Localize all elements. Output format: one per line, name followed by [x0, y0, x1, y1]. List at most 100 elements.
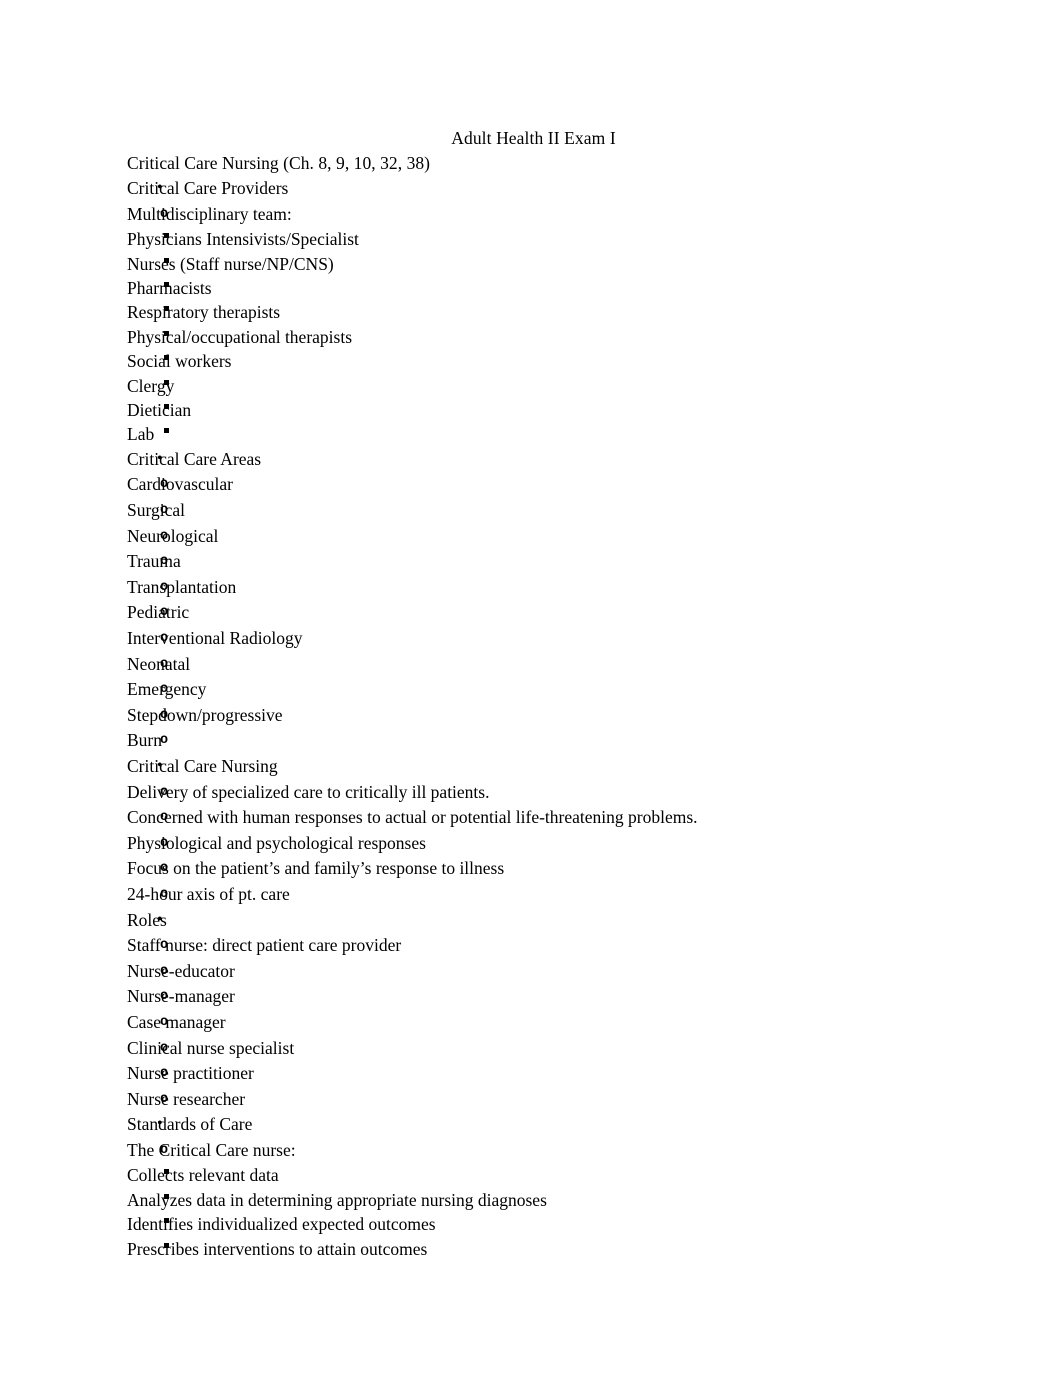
bullet-disc-icon: • [157, 449, 163, 467]
bullet-square-icon [164, 1218, 169, 1224]
outline-text-level3: Clergy [127, 375, 175, 396]
outline-item-level2: o Interventional Radiology [127, 626, 942, 652]
outline-text-level2: Nurse practitioner [127, 1063, 254, 1084]
outline-item-level2: o Nurse researcher [127, 1087, 942, 1113]
bullet-square-icon [164, 282, 169, 287]
outline-item-level3: Analyzes data in determining appropriate… [127, 1188, 942, 1212]
bullet-circle-o-icon: o [160, 579, 169, 595]
outline-item-level3: Respiratory therapists [127, 300, 942, 324]
outline-text-level2: Clinical nurse specialist [127, 1037, 295, 1058]
outline-item-level2: o Staff nurse: direct patient care provid… [127, 933, 942, 959]
outline-text-level3: Dietician [127, 400, 192, 421]
outline-item-level2: o Transplantation [127, 575, 942, 601]
outline-item-level2: o Nurse-educator [127, 959, 942, 985]
outline-list: • Critical Care Providers o Multidisciplina… [127, 176, 942, 1261]
bullet-circle-o-icon: o [160, 477, 169, 493]
outline-text-level2: The Critical Care nurse: [127, 1139, 296, 1160]
bullet-circle-o-icon: o [160, 1040, 169, 1056]
outline-item-level2: o Stepdown/progressive [127, 703, 942, 729]
outline-text-level2: Neonatal [127, 653, 191, 674]
outline-item-level3: Collects relevant data [127, 1163, 942, 1187]
outline-item-level2: o Delivery of specialized care to critica… [127, 780, 942, 806]
outline-text-level2: Multidisciplinary team: [127, 203, 292, 224]
outline-item-level2: o Multidisciplinary team: Physicians Inten… [127, 202, 942, 447]
bullet-circle-o-icon: o [160, 1066, 169, 1082]
outline-text-level2: Burn [127, 730, 162, 751]
bullet-square-icon [164, 379, 169, 385]
outline-item-level2: o Surgical [127, 498, 942, 524]
bullet-disc-icon: • [157, 1115, 163, 1133]
bullet-disc-icon: • [157, 910, 163, 928]
outline-item-level3: Dietician [127, 398, 942, 422]
bullet-disc-icon: • [157, 179, 163, 196]
outline-text-level2: Delivery of specialized care to critical… [127, 781, 490, 802]
bullet-square-icon [164, 306, 169, 312]
outline-text-level2: Cardiovascular [127, 474, 233, 495]
outline-item-level3: Pharmacists [127, 276, 942, 300]
outline-sublist-level2: o Delivery of specialized care to critica… [127, 780, 942, 908]
outline-item-level2: o Burn [127, 728, 942, 754]
outline-text-level2: Surgical [127, 500, 186, 521]
bullet-disc-icon: • [157, 756, 163, 774]
bullet-circle-o-icon: o [160, 707, 169, 723]
bullet-circle-o-icon: o [160, 810, 169, 826]
outline-text-level2: Pediatric [127, 602, 190, 623]
outline-text-level2: Case manager [127, 1011, 226, 1032]
outline-text-level2: 24-hour axis of pt. care [127, 883, 290, 904]
bullet-circle-o-icon: o [160, 1091, 169, 1107]
outline-item-level2: o Physiological and psychological respons… [127, 831, 942, 857]
outline-item-level3: Prescribes interventions to attain outco… [127, 1237, 942, 1261]
bullet-square-icon [164, 330, 169, 336]
outline-item-level2: o Nurse-manager [127, 984, 942, 1010]
bullet-circle-o-icon: o [160, 1014, 169, 1030]
outline-sublist-level2: o Staff nurse: direct patient care provid… [127, 933, 942, 1112]
outline-item-level3: Identifies individualized expected outco… [127, 1212, 942, 1236]
outline-item-level2: o Neonatal [127, 652, 942, 678]
outline-item-level3: Physical/occupational therapists [127, 325, 942, 349]
outline-item-level3: Social workers [127, 349, 942, 373]
bullet-circle-o-icon: o [160, 938, 169, 954]
outline-item-level3: Clergy [127, 374, 942, 398]
outline-sublist-level2: o Cardiovascular o Surgical o Neurological o Tr… [127, 472, 942, 754]
outline-text-level2: Neurological [127, 525, 219, 546]
bullet-circle-o-icon: o [160, 861, 169, 877]
outline-text-level3: Physicians Intensivists/Specialist [127, 229, 359, 250]
bullet-circle-o-icon: o [160, 682, 169, 698]
bullet-circle-o-icon: o [160, 528, 169, 544]
bullet-circle-o-icon: o [160, 1142, 169, 1158]
bullet-circle-o-icon: o [160, 963, 169, 979]
outline-item-level2: o Nurse practitioner [127, 1061, 942, 1087]
document-page: Adult Health II Exam I Critical Care Nur… [0, 0, 1062, 1377]
outline-text-level2: Physiological and psychological response… [127, 832, 426, 853]
bullet-square-icon [164, 257, 169, 263]
bullet-circle-o-icon: o [160, 886, 169, 902]
outline-heading-level1: Critical Care Areas [127, 448, 262, 469]
outline-item-level2: o Emergency [127, 677, 942, 703]
page-title: Adult Health II Exam I [451, 128, 616, 148]
outline-text-level3: Physical/occupational therapists [127, 326, 353, 347]
bullet-square-icon [164, 1242, 169, 1248]
outline-item-level1: • Critical Care Nursing o Delivery of speci… [127, 754, 942, 908]
bullet-square-icon [164, 355, 169, 361]
bullet-circle-o-icon: o [160, 605, 169, 621]
outline-text-level3: Pharmacists [127, 278, 212, 298]
outline-item-level2: o Cardiovascular [127, 472, 942, 498]
outline-item-level3: Nurses (Staff nurse/NP/CNS) [127, 252, 942, 276]
outline-text-level2: Concerned with human responses to actual… [127, 807, 698, 828]
outline-item-level2: o Focus on the patient’s and family’s res… [127, 856, 942, 882]
outline-item-level3: Physicians Intensivists/Specialist [127, 227, 942, 251]
outline-sublist-level3: Physicians Intensivists/Specialist Nurses… [127, 227, 942, 447]
bullet-circle-o-icon: o [160, 631, 169, 646]
outline-item-level2: o Neurological [127, 524, 942, 550]
outline-item-level2: o Concerned with human responses to actua… [127, 805, 942, 831]
bullet-circle-o-icon: o [160, 733, 169, 749]
outline-text-level2: Transplantation [127, 576, 237, 597]
outline-text-level3: Identifies individualized expected outco… [127, 1214, 436, 1235]
outline-text-level2: Nurse-manager [127, 986, 235, 1007]
bullet-square-icon [164, 1193, 169, 1199]
outline-item-level1: • Critical Care Areas o Cardiovascular o Surg… [127, 447, 942, 754]
bullet-square-icon [164, 1169, 169, 1175]
outline-text-level3: Nurses (Staff nurse/NP/CNS) [127, 253, 334, 274]
outline-text-level3: Lab [127, 424, 155, 445]
bullet-square-icon [164, 428, 169, 434]
